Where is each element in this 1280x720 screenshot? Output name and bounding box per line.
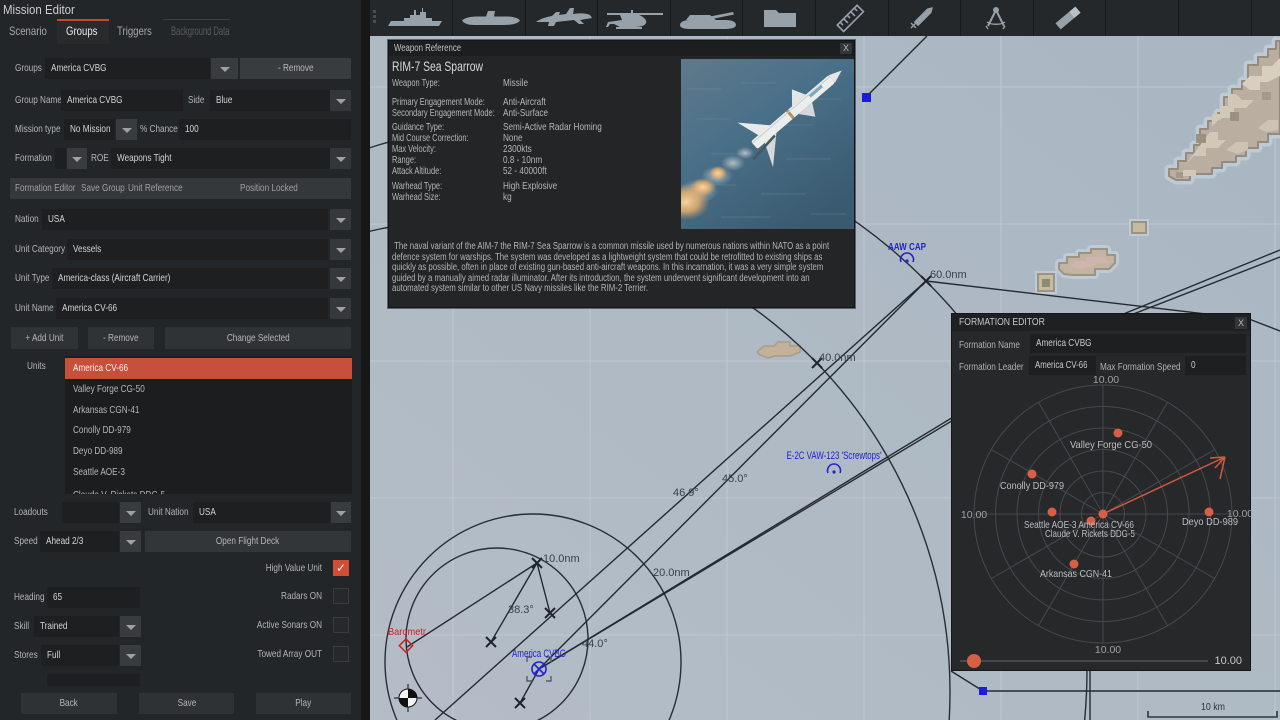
svg-text:10.00: 10.00 (1093, 376, 1119, 386)
svg-text:Barometr: Barometr (388, 626, 426, 638)
svg-text:Conolly DD-979: Conolly DD-979 (1000, 480, 1064, 492)
svg-text:AAW CAP: AAW CAP (888, 241, 926, 253)
svg-text:Valley Forge CG-50: Valley Forge CG-50 (1070, 439, 1152, 451)
svg-text:45.0°: 45.0° (722, 473, 748, 485)
svg-text:10.0nm: 10.0nm (543, 553, 580, 565)
svg-text:America CVBG: America CVBG (512, 648, 566, 660)
svg-text:Arkansas CGN-41: Arkansas CGN-41 (1040, 568, 1112, 580)
svg-text:10 km: 10 km (1201, 701, 1225, 713)
svg-text:E-2C VAW-123 'Screwtops': E-2C VAW-123 'Screwtops' (787, 450, 882, 462)
svg-text:10.00: 10.00 (1095, 644, 1121, 656)
svg-text:44.0°: 44.0° (582, 638, 608, 650)
svg-text:Claude V. Rickets DDG-5: Claude V. Rickets DDG-5 (1045, 528, 1135, 540)
svg-text:Deyo DD-989: Deyo DD-989 (1182, 516, 1238, 528)
svg-text:10.00: 10.00 (961, 509, 987, 521)
svg-text:46.9°: 46.9° (673, 487, 699, 499)
svg-text:60.0nm: 60.0nm (930, 269, 967, 281)
svg-text:40.0nm: 40.0nm (819, 352, 856, 364)
svg-text:38.3°: 38.3° (508, 604, 534, 616)
svg-text:20.0nm: 20.0nm (653, 567, 690, 579)
